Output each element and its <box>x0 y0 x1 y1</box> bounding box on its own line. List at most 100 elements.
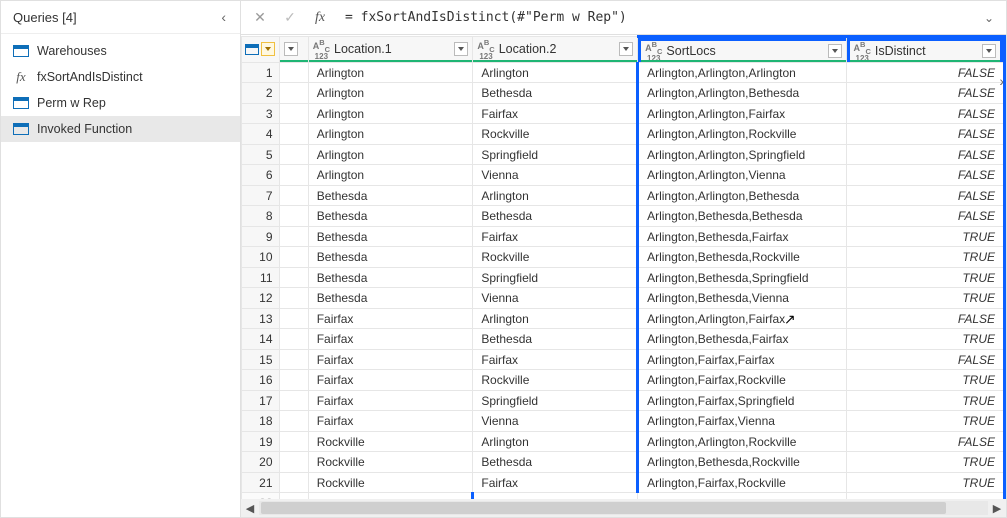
cell-sl[interactable]: Arlington,Bethesda,Rockville <box>638 247 846 268</box>
table-row[interactable]: 21RockvilleFairfaxArlington,Fairfax,Rock… <box>242 472 1005 493</box>
cell-sl[interactable]: Arlington,Fairfax,Rockville <box>638 370 846 391</box>
cell-sl[interactable]: Arlington,Arlington,Vienna <box>638 165 846 186</box>
row-number[interactable]: 9 <box>242 226 280 247</box>
commit-formula-button[interactable]: ✓ <box>277 5 303 31</box>
cell-d[interactable]: TRUE <box>846 390 1004 411</box>
cell-l2[interactable]: Bethesda <box>473 206 638 227</box>
cell-loc0[interactable] <box>279 185 308 206</box>
query-item-perm-w-rep[interactable]: Perm w Rep <box>1 90 240 116</box>
cell-loc0[interactable] <box>279 206 308 227</box>
cell-l1[interactable]: Arlington <box>308 83 473 104</box>
expand-right-panel-button[interactable]: › <box>999 73 1004 89</box>
query-item-fxsortandisdistinct[interactable]: fxfxSortAndIsDistinct <box>1 64 240 90</box>
cell-sl[interactable]: Arlington,Arlington,Rockville <box>638 431 846 452</box>
row-number[interactable]: 14 <box>242 329 280 350</box>
cell-loc0[interactable] <box>279 83 308 104</box>
row-number[interactable]: 6 <box>242 165 280 186</box>
row-number[interactable]: 15 <box>242 349 280 370</box>
cell-l2[interactable]: Fairfax <box>473 472 638 493</box>
grid-scroller[interactable]: ABC123Location.1ABC123Location.2ABC123So… <box>241 35 1006 517</box>
table-row[interactable]: 3ArlingtonFairfaxArlington,Arlington,Fai… <box>242 103 1005 124</box>
column-header-corner[interactable] <box>242 37 280 63</box>
cell-loc0[interactable] <box>279 62 308 83</box>
fx-icon[interactable]: fx <box>307 5 333 31</box>
table-row[interactable]: 4ArlingtonRockvilleArlington,Arlington,R… <box>242 124 1005 145</box>
query-item-invoked-function[interactable]: Invoked Function <box>1 116 240 142</box>
cell-sl[interactable]: Arlington,Arlington,Bethesda <box>638 83 846 104</box>
cell-loc0[interactable] <box>279 329 308 350</box>
table-row[interactable]: 10BethesdaRockvilleArlington,Bethesda,Ro… <box>242 247 1005 268</box>
query-item-warehouses[interactable]: Warehouses <box>1 38 240 64</box>
table-row[interactable]: 16FairfaxRockvilleArlington,Fairfax,Rock… <box>242 370 1005 391</box>
cell-l1[interactable]: Arlington <box>308 165 473 186</box>
cell-l2[interactable]: Fairfax <box>473 226 638 247</box>
cell-d[interactable]: FALSE <box>846 308 1004 329</box>
cell-sl[interactable]: Arlington,Bethesda,Bethesda <box>638 206 846 227</box>
cell-loc0[interactable] <box>279 103 308 124</box>
cell-d[interactable]: FALSE <box>846 349 1004 370</box>
table-row[interactable]: 11BethesdaSpringfieldArlington,Bethesda,… <box>242 267 1005 288</box>
table-menu-button[interactable] <box>261 42 275 56</box>
cell-sl[interactable]: Arlington,Fairfax,Springfield <box>638 390 846 411</box>
table-row[interactable]: 17 FairfaxSpringfieldArlington,Fairfax,Sp… <box>242 390 1005 411</box>
cell-d[interactable]: FALSE <box>846 165 1004 186</box>
cell-sl[interactable]: Arlington,Fairfax,Fairfax <box>638 349 846 370</box>
cell-loc0[interactable] <box>279 288 308 309</box>
row-number[interactable]: 13 <box>242 308 280 329</box>
cell-l1[interactable]: Rockville <box>308 472 473 493</box>
cell-l2[interactable]: Bethesda <box>473 329 638 350</box>
cell-d[interactable]: TRUE <box>846 329 1004 350</box>
cell-loc0[interactable] <box>279 267 308 288</box>
row-number[interactable]: 11 <box>242 267 280 288</box>
cell-l1[interactable]: Rockville <box>308 431 473 452</box>
table-row[interactable]: 18FairfaxViennaArlington,Fairfax,ViennaT… <box>242 411 1005 432</box>
cell-loc0[interactable] <box>279 226 308 247</box>
cell-sl[interactable]: Arlington,Bethesda,Fairfax <box>638 329 846 350</box>
cell-d[interactable]: TRUE <box>846 226 1004 247</box>
cell-l1[interactable]: Arlington <box>308 124 473 145</box>
cell-d[interactable]: TRUE <box>846 370 1004 391</box>
column-header-Location.1[interactable]: ABC123Location.1 <box>308 37 473 63</box>
row-number[interactable]: 5 <box>242 144 280 165</box>
cell-d[interactable]: FALSE <box>846 144 1004 165</box>
row-number[interactable]: 18 <box>242 411 280 432</box>
table-row[interactable]: 1ArlingtonArlingtonArlington,Arlington,A… <box>242 62 1005 83</box>
row-number[interactable]: 4 <box>242 124 280 145</box>
cell-l1[interactable]: Arlington <box>308 103 473 124</box>
cell-l2[interactable]: Arlington <box>473 308 638 329</box>
cell-sl[interactable]: Arlington,Arlington,Fairfax <box>638 103 846 124</box>
collapse-sidebar-button[interactable]: ‹ <box>219 7 228 27</box>
cell-l2[interactable]: Arlington <box>473 431 638 452</box>
cell-l2[interactable]: Springfield <box>473 390 638 411</box>
cell-loc0[interactable] <box>279 308 308 329</box>
cell-l2[interactable]: Fairfax <box>473 349 638 370</box>
cell-sl[interactable]: Arlington,Arlington,Bethesda <box>638 185 846 206</box>
cell-d[interactable]: FALSE <box>846 431 1004 452</box>
cell-l1[interactable]: Bethesda <box>308 226 473 247</box>
row-number[interactable]: 17 <box>242 390 280 411</box>
cell-l1[interactable]: Fairfax <box>308 390 473 411</box>
column-header-loc0[interactable] <box>279 37 308 63</box>
cell-l1[interactable]: Bethesda <box>308 185 473 206</box>
column-filter-button[interactable] <box>284 42 298 56</box>
cell-sl[interactable]: Arlington,Arlington,Springfield <box>638 144 846 165</box>
cancel-formula-button[interactable]: ✕ <box>247 5 273 31</box>
cell-sl[interactable]: Arlington,Bethesda,Fairfax <box>638 226 846 247</box>
cell-loc0[interactable] <box>279 452 308 473</box>
table-row[interactable]: 15FairfaxFairfaxArlington,Fairfax,Fairfa… <box>242 349 1005 370</box>
cell-l1[interactable]: Fairfax <box>308 370 473 391</box>
cell-sl[interactable]: Arlington,Fairfax,Rockville <box>638 472 846 493</box>
row-number[interactable]: 10 <box>242 247 280 268</box>
cell-l2[interactable]: Rockville <box>473 124 638 145</box>
cell-d[interactable]: FALSE <box>846 62 1004 83</box>
column-header-Location.2[interactable]: ABC123Location.2 <box>473 37 638 63</box>
cell-l1[interactable]: Bethesda <box>308 247 473 268</box>
cell-loc0[interactable] <box>279 124 308 145</box>
column-filter-button[interactable] <box>982 44 996 58</box>
table-row[interactable]: 5ArlingtonSpringfieldArlington,Arlington… <box>242 144 1005 165</box>
cell-loc0[interactable] <box>279 165 308 186</box>
cell-l2[interactable]: Springfield <box>473 267 638 288</box>
cell-l2[interactable]: Fairfax <box>473 103 638 124</box>
table-row[interactable]: 8BethesdaBethesdaArlington,Bethesda,Beth… <box>242 206 1005 227</box>
cell-l1[interactable]: Bethesda <box>308 206 473 227</box>
